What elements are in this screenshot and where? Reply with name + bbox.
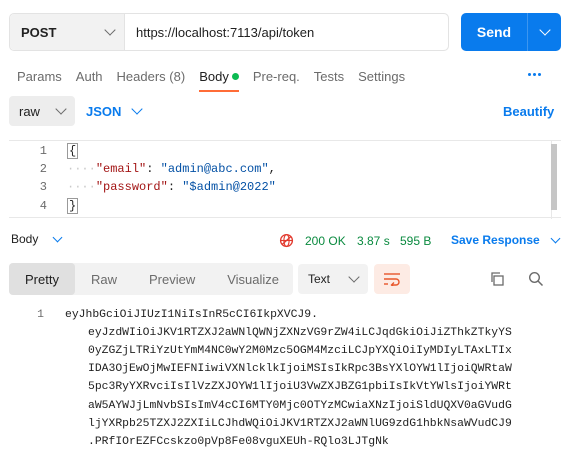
response-line: 5pc3RyYXRvciIsIlVzZXJOYW1lIjoiU3VwZXJBZG… (88, 381, 512, 394)
json-separator: : (167, 180, 183, 194)
body-mode-select[interactable]: raw (9, 96, 75, 126)
editor-line: 1 { (9, 142, 79, 160)
body-indicator-dot (231, 72, 239, 80)
chevron-down-icon (131, 103, 144, 115)
line-number: 3 (39, 180, 47, 194)
json-key: "email" (95, 162, 147, 176)
tab-settings[interactable]: Settings (358, 69, 405, 84)
json-comma: , (268, 162, 276, 176)
response-line: 0yZGZjLTRiYzUtYmM4NC0wY2M0Mzc5OGM4MzciLC… (88, 345, 512, 358)
editor-line: 4 } (9, 197, 79, 215)
response-format-select[interactable]: Text (298, 264, 368, 294)
method-label: POST (21, 24, 57, 40)
json-value: "$admin@2022" (182, 180, 276, 194)
response-section-label: Body (11, 232, 39, 246)
tab-body-label: Body (199, 68, 229, 84)
tab-auth[interactable]: Auth (76, 69, 103, 84)
send-button-group: Send (461, 13, 561, 51)
chevron-down-icon (348, 271, 360, 283)
editor-line: 3 ····"password": "$admin@2022" (9, 178, 276, 196)
chevron-down-icon (52, 232, 63, 242)
response-line: IDA3OjEwOjMwIEFNIiwiVXNlcklkIjoiMSIsIkRp… (88, 363, 512, 376)
url-input[interactable]: https://localhost:7113/api/token (125, 14, 448, 50)
send-options-button[interactable] (528, 13, 561, 51)
copy-icon[interactable] (489, 271, 505, 287)
close-brace: } (67, 198, 79, 214)
json-value: "admin@abc.com" (160, 162, 269, 176)
more-options-icon[interactable] (528, 73, 541, 76)
save-response-label: Save Response (451, 233, 540, 247)
open-brace: { (67, 143, 79, 159)
search-icon[interactable] (528, 271, 544, 287)
editor-scrollbar[interactable] (551, 144, 557, 210)
response-format-label: Text (308, 272, 331, 286)
response-line: ljYXRpb25TZXJ2ZXIiLCJhdWQiOiJKV1RTZXJ2aW… (88, 417, 512, 430)
line-number: 4 (39, 199, 47, 213)
tab-preview[interactable]: Preview (133, 263, 211, 295)
tab-pretty[interactable]: Pretty (9, 263, 75, 295)
tab-params[interactable]: Params (17, 69, 62, 84)
chevron-down-icon (550, 233, 561, 243)
response-size: 595 B (400, 234, 432, 248)
line-number: 2 (39, 162, 47, 176)
wrap-lines-icon (384, 273, 400, 286)
body-format-label: JSON (86, 103, 122, 119)
chevron-down-icon (538, 24, 551, 36)
response-view-tabs: Pretty Raw Preview Visualize (9, 263, 293, 295)
json-key: "password" (95, 180, 168, 194)
response-line: aW5AYWJjLmNvbSIsImV4cCI6MTY0Mjc0OTYzMCwi… (88, 399, 512, 412)
save-response-button[interactable]: Save Response (451, 233, 561, 247)
send-button[interactable]: Send (461, 13, 528, 51)
body-mode-label: raw (19, 103, 40, 119)
globe-icon[interactable] (279, 233, 294, 248)
response-line: eyJzdWIiOiJKV1RTZXJ2aWNlQWNjZXNzVG9rZW4i… (88, 327, 512, 340)
tab-visualize[interactable]: Visualize (211, 263, 295, 295)
tab-body[interactable]: Body (199, 68, 239, 92)
response-section-select[interactable]: Body (11, 232, 63, 246)
chevron-down-icon (104, 24, 116, 36)
response-time: 3.87 s (357, 234, 390, 248)
beautify-button[interactable]: Beautify (503, 104, 554, 119)
method-select[interactable]: POST (10, 14, 125, 50)
request-bar: POST https://localhost:7113/api/token (9, 13, 449, 51)
request-tabs: Params Auth Headers (8) Body Pre-req. Te… (17, 67, 419, 92)
response-line: .PRfIOrEZFCcskzo0pVp8Fe08vguXEUh-RQlo3LJ… (88, 435, 389, 448)
wrap-lines-button[interactable] (374, 264, 410, 294)
line-number: 1 (37, 309, 44, 321)
tab-tests[interactable]: Tests (314, 69, 344, 84)
tab-headers[interactable]: Headers (8) (117, 69, 186, 84)
status-code: 200 OK (305, 234, 346, 248)
json-separator: : (146, 162, 161, 176)
response-line: eyJhbGciOiJIUzI1NiIsInR5cCI6IkpXVCJ9. (65, 309, 318, 321)
request-body-editor[interactable]: 1 { 2 ····"email": "admin@abc.com", 3 ··… (9, 140, 561, 219)
tab-pre-request[interactable]: Pre-req. (253, 69, 300, 84)
editor-line: 2 ····"email": "admin@abc.com", (9, 160, 276, 178)
line-number: 1 (39, 144, 47, 158)
chevron-down-icon (55, 103, 67, 115)
tab-raw[interactable]: Raw (75, 263, 133, 295)
body-format-select[interactable]: JSON (86, 96, 144, 126)
